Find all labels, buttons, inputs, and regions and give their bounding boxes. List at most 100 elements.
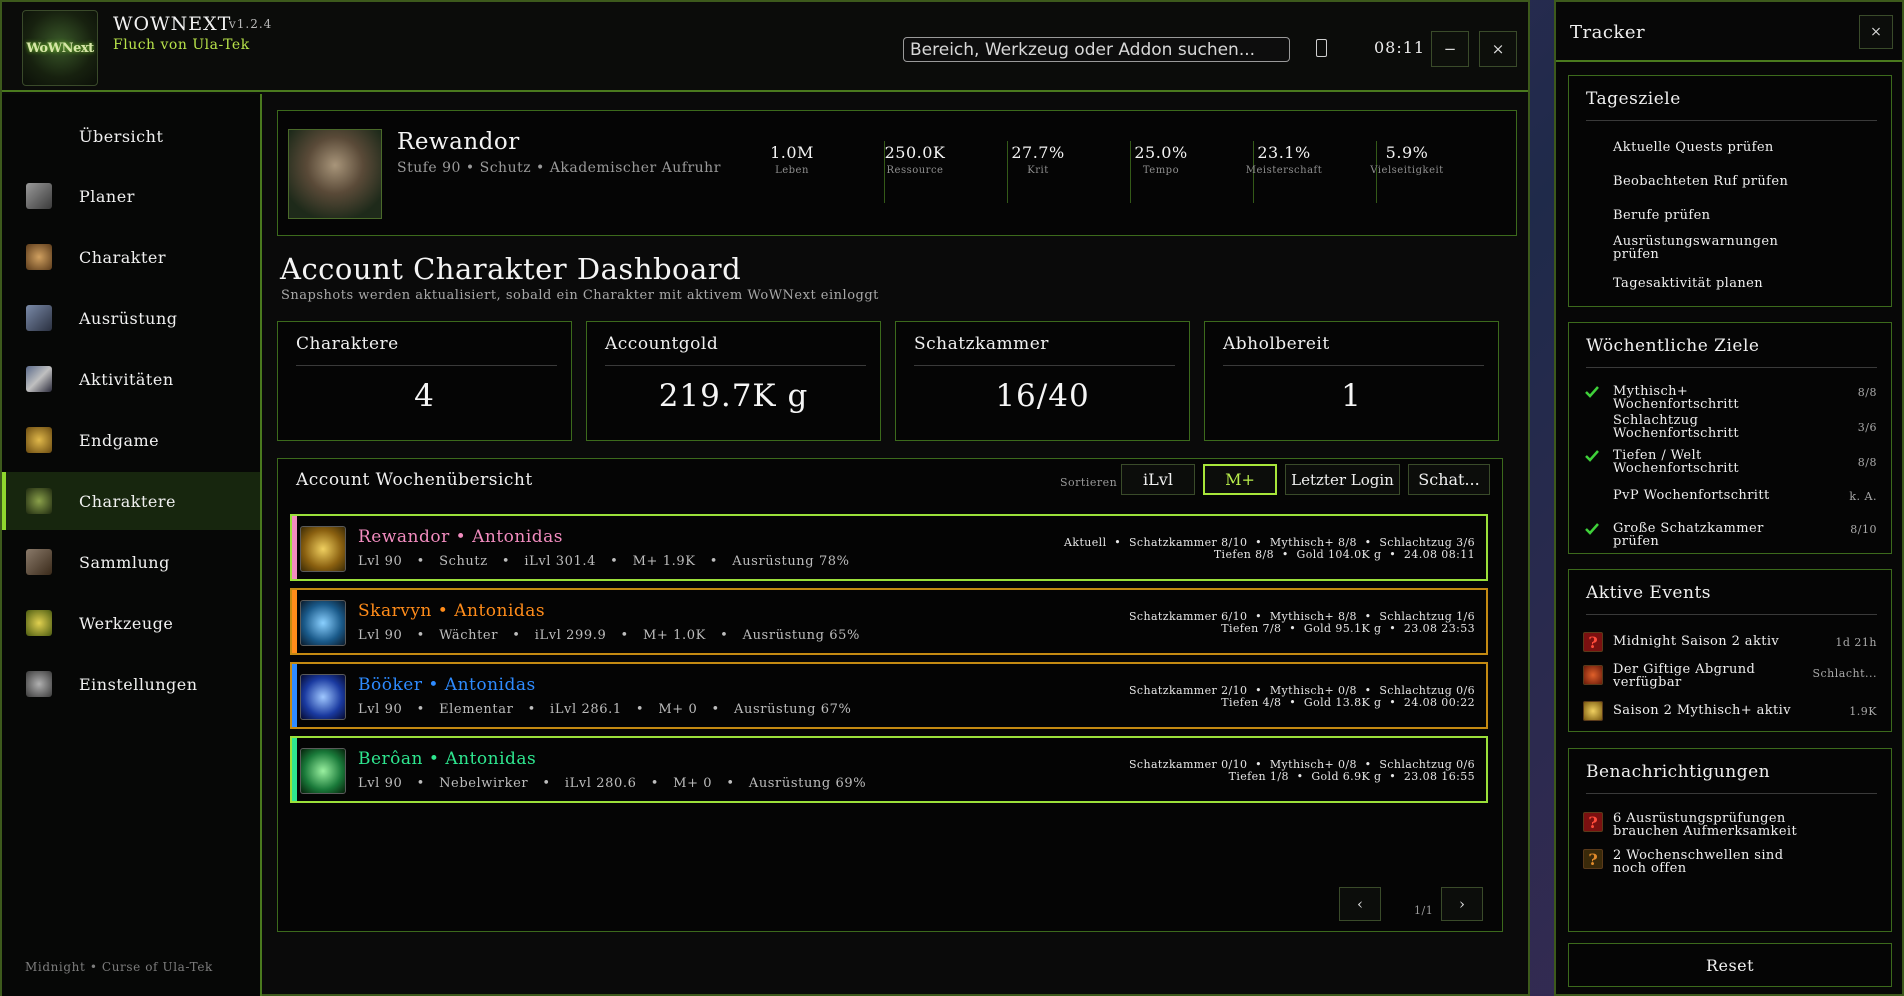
weekly-goal-value: k. A.	[1849, 490, 1877, 503]
collection-icon	[26, 549, 52, 575]
page-title: Account Charakter Dashboard	[280, 252, 742, 286]
row-progress-line-2: Tiefen 7/8 • Gold 95.1K g • 23.08 23:53	[1221, 622, 1475, 635]
notifications-section: Benachrichtigungen ? 6 Ausrüstungsprüfun…	[1568, 748, 1892, 932]
panel-title: Account Wochenübersicht	[296, 470, 533, 490]
daily-goal-item[interactable]: Tagesaktivität planen	[1613, 277, 1813, 290]
row-character-name: Bööker	[358, 675, 423, 695]
row-details: Lvl 90 • Schutz • iLvl 301.4 • M+ 1.9K •…	[358, 554, 850, 569]
weekly-goal-item[interactable]: Große Schatzkammer prüfen	[1613, 522, 1813, 548]
event-item[interactable]: Der Giftige Abgrund verfügbar	[1613, 663, 1813, 689]
sort-mplus-button[interactable]: M+	[1203, 464, 1277, 495]
class-color-stripe	[292, 664, 297, 727]
sidebar-item-equipment[interactable]: Ausrüstung	[2, 289, 260, 347]
weekly-goal-value: 8/8	[1857, 386, 1877, 399]
stat-label: Krit	[1027, 165, 1049, 176]
kpi-label: Schatzkammer	[914, 334, 1049, 354]
close-button[interactable]: ×	[1479, 31, 1517, 67]
logo-text: WoWNext	[26, 40, 94, 56]
search-input[interactable]	[903, 37, 1290, 62]
daily-goal-item[interactable]: Ausrüstungswarnungen prüfen	[1613, 235, 1813, 261]
settings-icon	[26, 671, 52, 697]
row-details: Lvl 90 • Elementar • iLvl 286.1 • M+ 0 •…	[358, 702, 852, 717]
kpi-value: 4	[414, 378, 435, 414]
sidebar-item-overview[interactable]: Übersicht	[2, 107, 260, 165]
page-subtitle: Snapshots werden aktualisiert, sobald ei…	[281, 288, 879, 303]
warning-icon: ?	[1583, 849, 1603, 869]
row-character-name: Rewandor	[358, 527, 450, 547]
sidebar-item-label: Endgame	[79, 430, 160, 450]
main-window: WoWNext WOWNEXT v1.2.4 Fluch von Ula-Tek…	[0, 0, 1530, 996]
stat-value: 25.0%	[1134, 143, 1188, 162]
divider	[1556, 60, 1902, 62]
row-character-name: Berôan	[358, 749, 423, 769]
sidebar-item-settings[interactable]: Einstellungen	[2, 655, 260, 713]
stat-label: Ressource	[886, 165, 944, 176]
row-separator: •	[423, 749, 446, 769]
weekly-goal-item[interactable]: Mythisch+ Wochenfortschritt	[1613, 385, 1813, 411]
daily-goal-item[interactable]: Beobachteten Ruf prüfen	[1613, 175, 1813, 188]
kpi-ready-to-claim: Abholbereit 1	[1204, 321, 1499, 441]
sidebar: Übersicht Planer Charakter Ausrüstung Ak…	[2, 94, 262, 996]
app-version: v1.2.4	[229, 17, 273, 31]
activities-icon	[26, 366, 52, 392]
sidebar-item-endgame[interactable]: Endgame	[2, 411, 260, 469]
daily-goal-item[interactable]: Berufe prüfen	[1613, 209, 1813, 222]
sidebar-item-characters[interactable]: Charaktere	[2, 472, 260, 530]
checkmark-icon	[1585, 523, 1599, 535]
stat-resource: 250.0K Ressource	[854, 143, 976, 176]
next-page-button[interactable]: ›	[1441, 887, 1483, 921]
kpi-vault: Schatzkammer 16/40	[895, 321, 1190, 441]
prev-page-button[interactable]: ‹	[1339, 887, 1381, 921]
event-item[interactable]: Midnight Saison 2 aktiv	[1613, 635, 1813, 648]
minimize-button[interactable]: −	[1431, 31, 1469, 67]
weekly-goal-item[interactable]: Tiefen / Welt Wochenfortschritt	[1613, 449, 1813, 475]
character-row[interactable]: Bööker • Antonidas Lvl 90 • Elementar • …	[290, 662, 1488, 729]
warning-icon: ?	[1583, 812, 1603, 832]
stat-label: Vielseitigkeit	[1370, 165, 1444, 176]
sort-last-login-button[interactable]: Letzter Login	[1285, 464, 1400, 495]
reset-button[interactable]: Reset	[1568, 943, 1892, 987]
notification-item[interactable]: 2 Wochenschwellen sind noch offen	[1613, 849, 1813, 875]
section-divider	[1586, 367, 1877, 368]
character-name: Rewandor	[397, 129, 520, 155]
daily-goal-item[interactable]: Aktuelle Quests prüfen	[1613, 141, 1813, 154]
tracker-close-button[interactable]: ×	[1859, 15, 1893, 49]
characters-icon	[26, 488, 52, 514]
stat-value: 27.7%	[1011, 143, 1065, 162]
sidebar-item-label: Übersicht	[79, 126, 164, 146]
equipment-icon	[26, 305, 52, 331]
stat-versatility: 5.9% Vielseitigkeit	[1346, 143, 1468, 176]
character-row[interactable]: Skarvyn • Antonidas Lvl 90 • Wächter • i…	[290, 588, 1488, 655]
title-bar[interactable]: WoWNext WOWNEXT v1.2.4 Fluch von Ula-Tek…	[2, 2, 1528, 92]
character-row[interactable]: Rewandor • Antonidas Lvl 90 • Schutz • i…	[290, 514, 1488, 581]
notification-item[interactable]: 6 Ausrüstungsprüfungen brauchen Aufmerks…	[1613, 812, 1813, 838]
character-name-line: Skarvyn • Antonidas	[358, 601, 545, 621]
sidebar-item-character[interactable]: Charakter	[2, 228, 260, 286]
avatar	[288, 129, 382, 219]
sidebar-item-label: Charaktere	[79, 491, 176, 511]
event-item[interactable]: Saison 2 Mythisch+ aktiv	[1613, 704, 1813, 717]
row-separator: •	[431, 601, 455, 621]
kpi-value: 1	[1341, 378, 1362, 414]
character-name-line: Berôan • Antonidas	[358, 749, 536, 769]
sort-ilvl-button[interactable]: iLvl	[1121, 464, 1195, 495]
planner-icon	[26, 183, 52, 209]
sidebar-item-tools[interactable]: Werkzeuge	[2, 594, 260, 652]
weekly-goals-section: Wöchentliche Ziele Mythisch+ Wochenforts…	[1568, 322, 1892, 554]
kpi-divider	[914, 365, 1175, 366]
kpi-value: 16/40	[995, 378, 1090, 414]
section-title: Benachrichtigungen	[1586, 762, 1771, 782]
weekly-goal-item[interactable]: Schlachtzug Wochenfortschritt	[1613, 414, 1813, 440]
weekly-goal-value: 8/8	[1857, 456, 1877, 469]
phone-icon[interactable]	[1316, 39, 1327, 57]
character-row[interactable]: Berôan • Antonidas Lvl 90 • Nebelwirker …	[290, 736, 1488, 803]
weekly-goal-item[interactable]: PvP Wochenfortschritt	[1613, 489, 1813, 502]
row-separator: •	[449, 527, 473, 547]
sort-vault-button[interactable]: Schat...	[1408, 464, 1490, 495]
kpi-label: Charaktere	[296, 334, 399, 354]
character-icon	[26, 244, 52, 270]
row-progress-line-2: Tiefen 8/8 • Gold 104.0K g • 24.08 08:11	[1213, 548, 1475, 561]
sidebar-item-activities[interactable]: Aktivitäten	[2, 350, 260, 408]
sidebar-item-collection[interactable]: Sammlung	[2, 533, 260, 591]
sidebar-item-planner[interactable]: Planer	[2, 167, 260, 225]
